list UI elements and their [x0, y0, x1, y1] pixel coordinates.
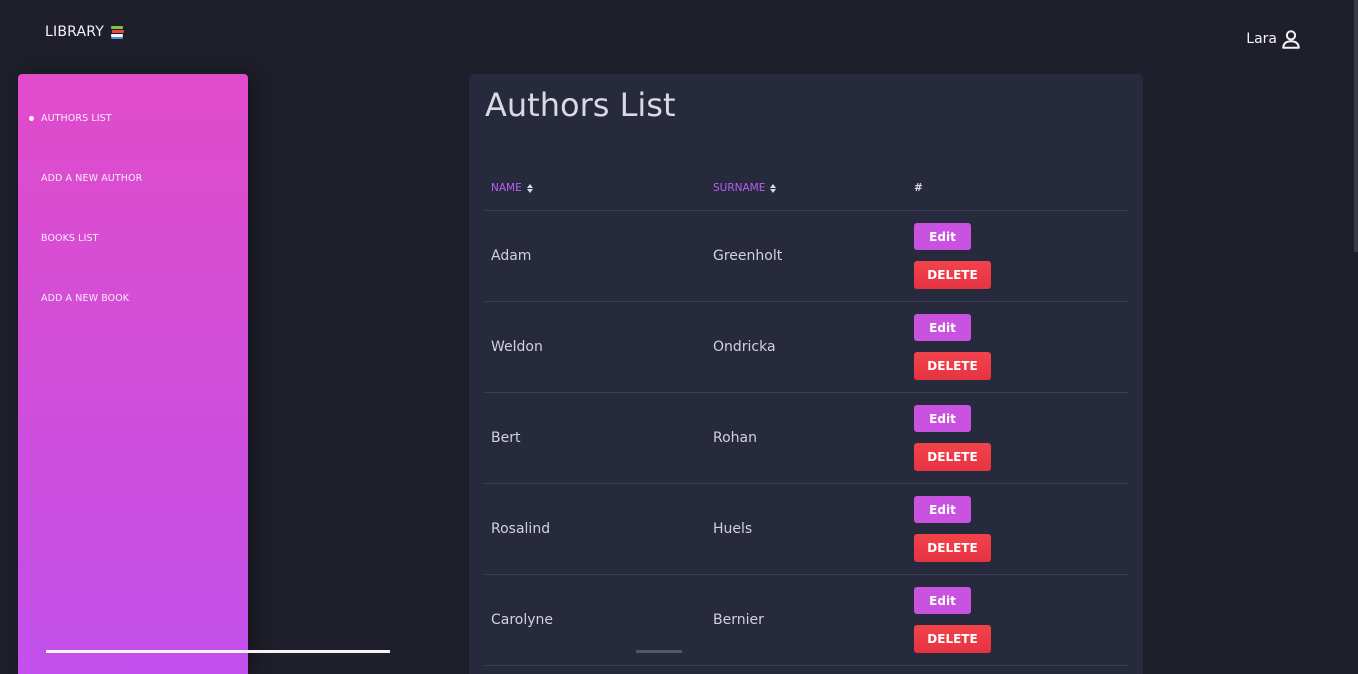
sidebar-item-add-author[interactable]: ADD A NEW AUTHOR [41, 173, 142, 184]
delete-button[interactable]: DELETE [914, 352, 991, 380]
sidebar-item-books-list[interactable]: BOOKS LIST [41, 233, 99, 244]
delete-button[interactable]: DELETE [914, 625, 991, 653]
page-title: Authors List [485, 86, 676, 124]
user-name: Lara [1246, 31, 1277, 47]
sort-icon [770, 183, 777, 193]
vertical-scrollbar[interactable] [1354, 0, 1358, 252]
author-surname: Rohan [713, 430, 757, 446]
books-icon [110, 25, 125, 39]
author-surname: Huels [713, 521, 753, 537]
table-row: Carolyne Bernier Edit DELETE [484, 575, 1128, 666]
table-row: Adam Greenholt Edit DELETE [484, 211, 1128, 302]
author-name: Weldon [491, 339, 543, 355]
authors-table: NAME SURNAME # Adam Greenholt Edit DELET… [484, 170, 1128, 666]
table-row: Rosalind Huels Edit DELETE [484, 484, 1128, 575]
authors-card: Authors List NAME SURNAME # Adam Greenho… [469, 74, 1143, 674]
author-name: Carolyne [491, 612, 554, 628]
sidebar-item-add-book[interactable]: ADD A NEW BOOK [41, 293, 129, 304]
author-surname: Bernier [713, 612, 764, 628]
user-menu[interactable]: Lara [1246, 28, 1302, 50]
sidebar: AUTHORS LIST ADD A NEW AUTHOR BOOKS LIST… [18, 74, 248, 674]
column-header-actions: # [914, 182, 923, 194]
author-name: Adam [491, 248, 532, 264]
brand[interactable]: LIBRARY [45, 24, 125, 40]
column-header-surname[interactable]: SURNAME [713, 182, 777, 194]
author-surname: Greenholt [713, 248, 783, 264]
author-surname: Ondricka [713, 339, 776, 355]
top-bar: LIBRARY Lara [0, 0, 1358, 66]
edit-button[interactable]: Edit [914, 587, 971, 614]
delete-button[interactable]: DELETE [914, 534, 991, 562]
edit-button[interactable]: Edit [914, 314, 971, 341]
table-row: Weldon Ondricka Edit DELETE [484, 302, 1128, 393]
brand-label: LIBRARY [45, 24, 105, 40]
edit-button[interactable]: Edit [914, 405, 971, 432]
author-name: Bert [491, 430, 521, 446]
sidebar-item-authors-list[interactable]: AUTHORS LIST [29, 113, 112, 124]
column-header-name[interactable]: NAME [491, 182, 533, 194]
edit-button[interactable]: Edit [914, 496, 971, 523]
table-header: NAME SURNAME # [484, 170, 1128, 211]
table-row: Bert Rohan Edit DELETE [484, 393, 1128, 484]
delete-button[interactable]: DELETE [914, 261, 991, 289]
edit-button[interactable]: Edit [914, 223, 971, 250]
delete-button[interactable]: DELETE [914, 443, 991, 471]
user-icon [1282, 30, 1300, 49]
sort-icon [526, 183, 533, 193]
author-name: Rosalind [491, 521, 551, 537]
